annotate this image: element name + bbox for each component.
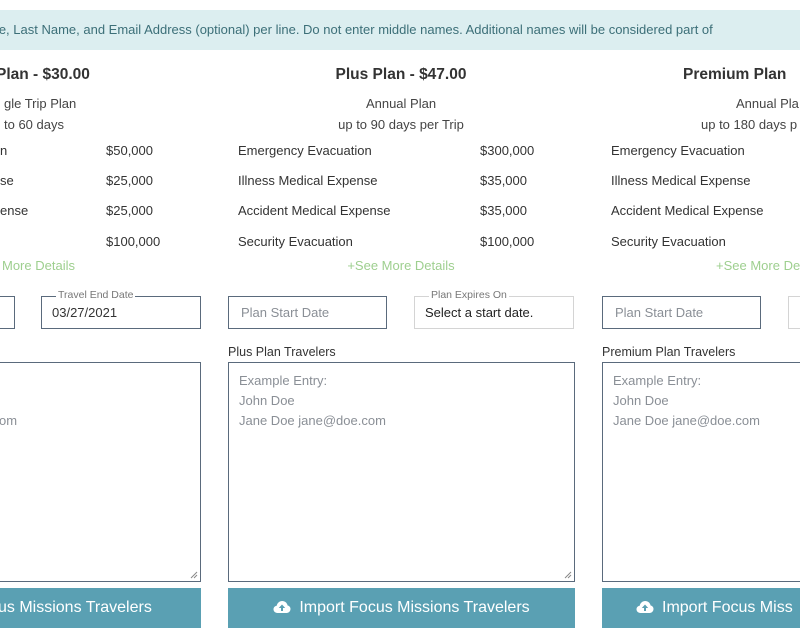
travelers-textarea[interactable]: om xyxy=(0,362,201,582)
travel-end-date-input[interactable]: Travel End Date 03/27/2021 xyxy=(41,289,201,329)
cloud-upload-icon xyxy=(636,601,654,613)
coverage-label: n xyxy=(0,143,8,158)
coverage-amount: $35,000 xyxy=(480,173,527,188)
coverage-amount: $100,000 xyxy=(480,234,535,249)
plan-title: Plus Plan - $47.00 xyxy=(335,66,467,83)
plan-start-date-placeholder: Plan Start Date xyxy=(241,305,330,320)
example-line: Jane Doe jane@doe.com xyxy=(239,413,386,428)
plan-title: Premium Plan xyxy=(683,66,787,83)
plan-type: Annual Plan xyxy=(365,96,437,111)
instructions-banner: me, Last Name, and Email Address (option… xyxy=(0,10,800,50)
plan-expires-value: Select a start date. xyxy=(425,305,534,320)
example-line: om xyxy=(0,413,18,428)
resize-handle-icon[interactable] xyxy=(190,571,198,579)
plan-start-date-input[interactable] xyxy=(0,296,15,329)
resize-handle-icon[interactable] xyxy=(564,571,572,579)
cloud-upload-icon xyxy=(273,601,291,613)
coverage-amount: $25,000 xyxy=(106,173,153,188)
coverage-amount: $35,000 xyxy=(480,203,527,218)
instructions-text: me, Last Name, and Email Address (option… xyxy=(0,22,713,37)
import-travelers-button[interactable]: Import Focus Missions Travelers xyxy=(228,588,575,628)
travelers-label: Premium Plan Travelers xyxy=(602,345,736,359)
example-line: Example Entry: xyxy=(613,373,702,388)
travelers-label: Plus Plan Travelers xyxy=(228,345,336,359)
coverage-label: Accident Medical Expense xyxy=(238,203,391,218)
plan-duration: up to 90 days per Trip xyxy=(338,117,464,132)
example-line: John Doe xyxy=(613,393,669,408)
plan-expires-field: Plan Expires On Select a start date. xyxy=(414,289,574,329)
travel-end-date-legend: Travel End Date xyxy=(56,289,136,301)
plan-duration: to 60 days xyxy=(4,117,64,132)
plan-title: Plan - $30.00 xyxy=(0,66,90,83)
plan-expires-field xyxy=(788,296,800,329)
coverage-label: Illness Medical Expense xyxy=(611,173,751,188)
coverage-amount: $25,000 xyxy=(106,203,153,218)
travelers-textarea[interactable]: Example Entry: John Doe Jane Doe jane@do… xyxy=(228,362,575,582)
coverage-label: Illness Medical Expense xyxy=(238,173,378,188)
coverage-label: Security Evacuation xyxy=(238,234,353,249)
see-more-details-link[interactable]: More Details xyxy=(2,258,75,273)
coverage-amount: $300,000 xyxy=(480,143,535,158)
import-travelers-button[interactable]: Import Focus Miss xyxy=(602,588,800,628)
coverage-label: Emergency Evacuation xyxy=(611,143,745,158)
coverage-label: Accident Medical Expense xyxy=(611,203,764,218)
import-travelers-button[interactable]: us Missions Travelers xyxy=(0,588,201,628)
plan-expires-legend: Plan Expires On xyxy=(429,289,509,301)
plan-type: Annual Pla xyxy=(736,96,799,111)
coverage-label: ense xyxy=(0,203,29,218)
plan-duration: up to 180 days p xyxy=(701,117,798,132)
coverage-label: se xyxy=(0,173,14,188)
plan-start-date-input[interactable]: Plan Start Date xyxy=(602,296,761,329)
coverage-amount: $100,000 xyxy=(106,234,161,249)
see-more-details-link[interactable]: +See More De xyxy=(716,258,800,273)
travel-end-date-value: 03/27/2021 xyxy=(52,305,118,320)
plan-start-date-placeholder: Plan Start Date xyxy=(615,305,704,320)
travelers-textarea[interactable]: Example Entry: John Doe Jane Doe jane@do… xyxy=(602,362,800,582)
coverage-amount: $50,000 xyxy=(106,143,153,158)
coverage-label: Emergency Evacuation xyxy=(238,143,372,158)
plan-type: gle Trip Plan xyxy=(4,96,77,111)
example-line: Jane Doe jane@doe.com xyxy=(613,413,760,428)
plan-start-date-input[interactable]: Plan Start Date xyxy=(228,296,387,329)
example-line: Example Entry: xyxy=(239,373,328,388)
example-line: John Doe xyxy=(239,393,295,408)
coverage-label: Security Evacuation xyxy=(611,234,726,249)
see-more-details-link[interactable]: +See More Details xyxy=(228,258,574,273)
